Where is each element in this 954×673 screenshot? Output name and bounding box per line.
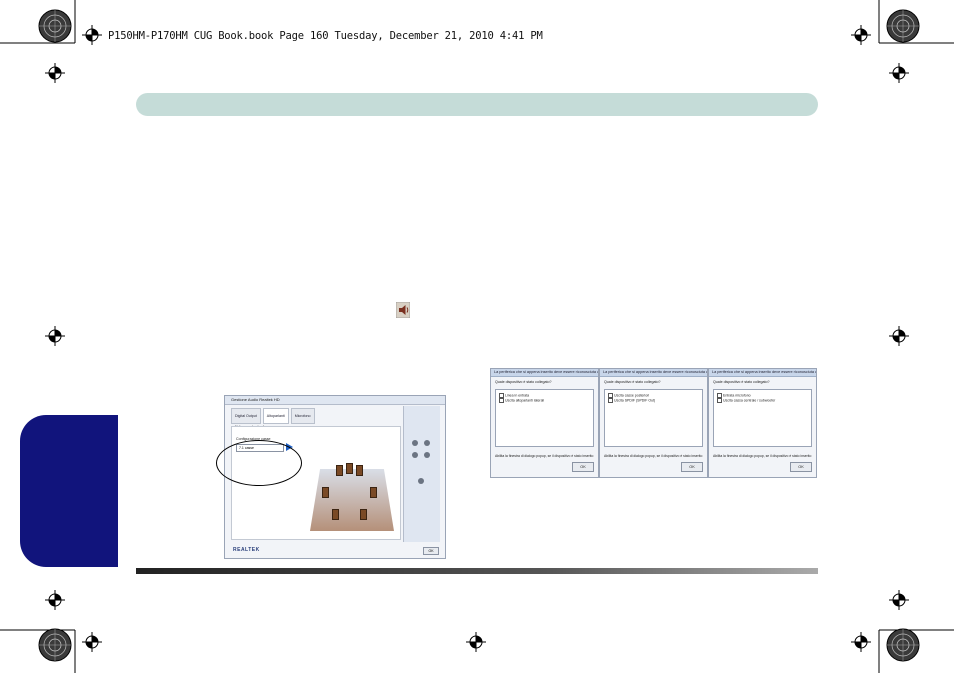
popup-checkbox[interactable]: Abilita la finestra di dialogo popup, se…	[713, 454, 811, 458]
ok-button[interactable]: OK	[572, 462, 594, 472]
speaker-side-right	[370, 487, 377, 498]
popup-checkbox[interactable]: Abilita la finestra di dialogo popup, se…	[495, 454, 593, 458]
ok-button[interactable]: OK	[681, 462, 703, 472]
speaker-icon	[396, 302, 410, 318]
tab-speakers[interactable]: Altoparlanti	[262, 408, 289, 424]
jack-dialog-1: La periferica che si appena inserito dev…	[490, 368, 599, 478]
dialog-title: La periferica che si appena inserito dev…	[600, 369, 707, 377]
device-list: Uscita casse posteriori Uscita SPDIF (SP…	[604, 389, 703, 447]
popup-checkbox[interactable]: Abilita la finestra di dialogo popup, se…	[604, 454, 702, 458]
side-panel	[403, 406, 440, 542]
device-tabs: Digital Output Altoparlanti Microfono	[231, 408, 315, 424]
device-list: Linea in entrata Uscita altoparlanti lat…	[495, 389, 594, 447]
window-title: Gestione Audio Realtek HD	[225, 396, 445, 405]
knob-1[interactable]	[412, 440, 418, 446]
realtek-logo: REALTEK	[233, 547, 260, 553]
knob-5[interactable]	[418, 478, 424, 484]
speaker-center	[346, 463, 353, 474]
room-illustration	[310, 469, 394, 531]
tab-digital-output[interactable]: Digital Output	[231, 408, 261, 424]
jack-dialog-2: La periferica che si appena inserito dev…	[599, 368, 708, 478]
dialog-title: La periferica che si appena inserito dev…	[709, 369, 816, 377]
dialog-title: La periferica che si appena inserito dev…	[491, 369, 598, 377]
knob-2[interactable]	[424, 440, 430, 446]
list-item[interactable]: Uscita altoparlanti laterali	[499, 398, 544, 403]
dialog-question: Quale dispositivo è stato collegato?	[713, 380, 770, 384]
speaker-rear-right	[360, 509, 367, 520]
knob-4[interactable]	[424, 452, 430, 458]
list-item[interactable]: Uscita SPDIF (SPDIF Out)	[608, 398, 655, 403]
speaker-front-right	[356, 465, 363, 476]
speaker-front-left	[336, 465, 343, 476]
highlight-ellipse	[216, 440, 302, 486]
speaker-side-left	[322, 487, 329, 498]
ok-button[interactable]: OK	[423, 547, 439, 555]
ok-button[interactable]: OK	[790, 462, 812, 472]
list-item[interactable]: Uscita cassa centrale / subwoofer	[717, 398, 775, 403]
jack-dialog-3: La periferica che si appena inserito dev…	[708, 368, 817, 478]
dialog-question: Quale dispositivo è stato collegato?	[495, 380, 552, 384]
crop-target-icon	[38, 9, 920, 662]
tab-microphone[interactable]: Microfono	[290, 408, 315, 424]
knob-3[interactable]	[412, 452, 418, 458]
dialog-question: Quale dispositivo è stato collegato?	[604, 380, 661, 384]
device-list: Entrata microfono Uscita cassa centrale …	[713, 389, 812, 447]
speaker-rear-left	[332, 509, 339, 520]
